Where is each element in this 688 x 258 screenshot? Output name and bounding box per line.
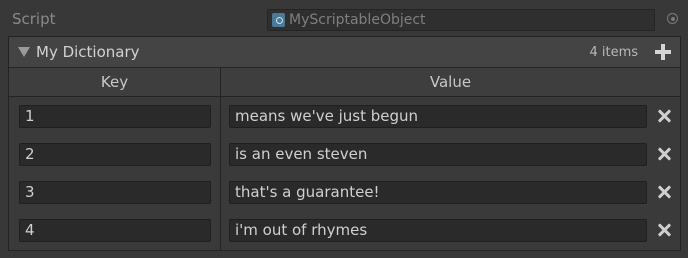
dictionary-row: 4 i'm out of rhymes bbox=[9, 217, 680, 247]
value-input[interactable]: is an even steven bbox=[229, 143, 647, 166]
remove-item-icon[interactable] bbox=[657, 185, 671, 199]
remove-item-icon[interactable] bbox=[657, 109, 671, 123]
value-input[interactable]: that's a guarantee! bbox=[229, 181, 647, 204]
object-picker-icon[interactable] bbox=[667, 13, 678, 24]
value-column-header: Value bbox=[429, 73, 472, 91]
key-input[interactable]: 4 bbox=[19, 219, 211, 242]
remove-item-icon[interactable] bbox=[657, 223, 671, 237]
value-input[interactable]: means we've just begun bbox=[229, 105, 647, 128]
key-input[interactable]: 1 bbox=[19, 105, 211, 128]
dictionary-row: 2 is an even steven bbox=[9, 141, 680, 171]
key-input[interactable]: 2 bbox=[19, 143, 211, 166]
foldout-arrow-icon[interactable] bbox=[18, 47, 30, 57]
add-item-button[interactable] bbox=[652, 41, 674, 63]
key-column-header: Key bbox=[100, 73, 129, 91]
dictionary-row: 3 that's a guarantee! bbox=[9, 179, 680, 209]
script-asset-icon bbox=[272, 13, 285, 27]
item-count: 4 items bbox=[589, 45, 638, 60]
key-input[interactable]: 3 bbox=[19, 181, 211, 204]
script-object-field[interactable]: MyScriptableObject bbox=[267, 9, 655, 31]
column-headers: Key Value bbox=[9, 68, 680, 97]
dictionary-header: My Dictionary 4 items bbox=[9, 37, 680, 68]
remove-item-icon[interactable] bbox=[657, 147, 671, 161]
script-label: Script bbox=[12, 10, 56, 28]
script-field-row: Script MyScriptableObject bbox=[0, 0, 688, 38]
dictionary-title[interactable]: My Dictionary bbox=[36, 43, 140, 61]
value-input[interactable]: i'm out of rhymes bbox=[229, 219, 647, 242]
script-object-name: MyScriptableObject bbox=[289, 12, 426, 28]
dictionary-row: 1 means we've just begun bbox=[9, 103, 680, 133]
dictionary-panel: My Dictionary 4 items Key Value 1 means … bbox=[8, 36, 681, 251]
